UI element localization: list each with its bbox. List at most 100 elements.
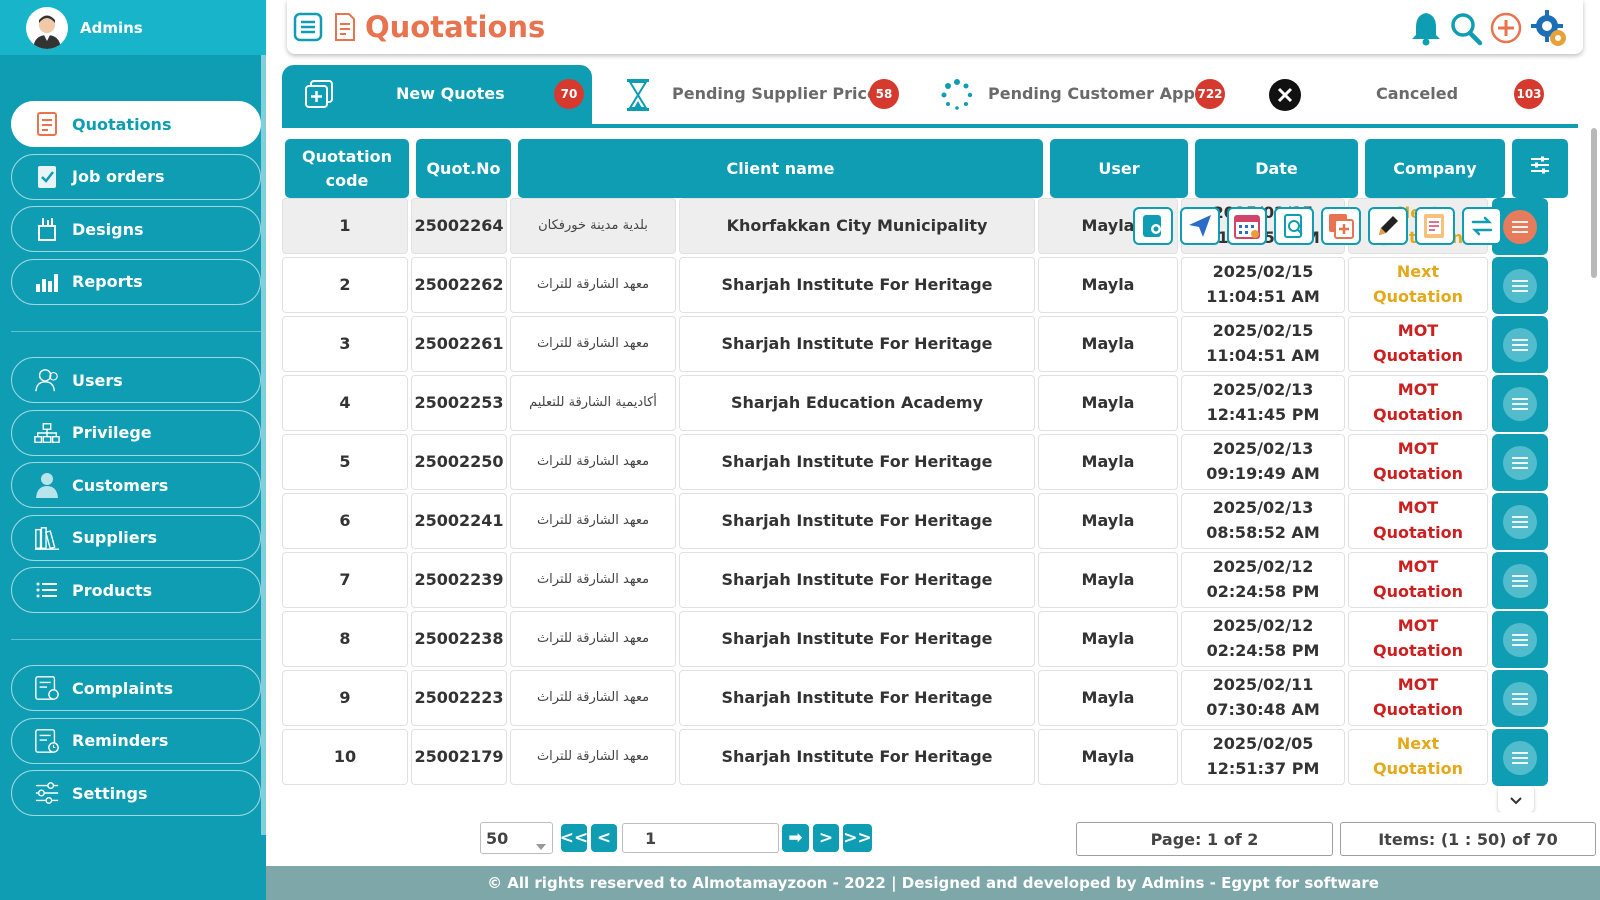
tabs-underline — [282, 124, 1578, 128]
cell-quotation-code-text: 6 — [339, 510, 351, 530]
sidebar-item-suppliers[interactable]: Suppliers — [11, 514, 261, 561]
sidebar-item-complaints[interactable]: Complaints — [11, 665, 261, 711]
scrollbar-thumb[interactable] — [1591, 128, 1597, 278]
company-name: Next — [1396, 262, 1440, 282]
time-value: 12:41:45 PM — [1206, 405, 1320, 424]
page-size-select[interactable]: 50 — [480, 822, 553, 854]
column-header-quotation-code[interactable]: Quotation code — [285, 139, 409, 198]
header-label: Quotation code — [302, 146, 392, 190]
tab-label: New Quotes — [396, 84, 505, 103]
cell-client-name-arabic: معهد الشارقة للتراث — [510, 552, 676, 608]
column-header-date[interactable]: Date — [1195, 139, 1358, 198]
first-page-button[interactable]: << — [560, 824, 588, 852]
scroll-down-button[interactable] — [1498, 786, 1534, 812]
avatar — [26, 6, 68, 49]
calendar-button[interactable] — [1227, 207, 1267, 245]
sidebar-item-privilege[interactable]: Privilege — [11, 409, 261, 456]
row-actions-button[interactable] — [1492, 316, 1548, 373]
table-row[interactable]: 9 25002223 معهد الشارقة للتراث Sharjah Inst… — [282, 670, 1578, 727]
row-actions-button[interactable] — [1492, 493, 1548, 550]
cell-user-text: Mayla — [1081, 333, 1135, 353]
nav-group-main: Quotations Job orders Designs Reports — [11, 101, 261, 311]
cell-quot-no: 25002264 — [411, 198, 507, 254]
cell-quot-no: 25002239 — [411, 552, 507, 608]
pagination-bar: 50 << < 1 ➡ > >> Page: 1 of 2 Items: (1 … — [266, 812, 1600, 866]
tab-pending-supplier-price[interactable]: Pending Supplier Price 58 — [602, 65, 918, 124]
nav-group-support: Complaints Reminders Settings — [11, 665, 261, 823]
table-row[interactable]: 4 25002253 أكاديمية الشارقة للتعليم Sharjah… — [282, 375, 1578, 432]
cell-user: Mayla — [1038, 552, 1178, 608]
sidebar-item-users[interactable]: Users — [11, 357, 261, 403]
company-type: Quotation — [1373, 523, 1463, 542]
page-size-value: 50 — [486, 828, 509, 848]
row-actions-button[interactable] — [1492, 729, 1548, 786]
count-badge: 70 — [554, 79, 584, 109]
user-profile[interactable]: Admins — [0, 0, 266, 55]
table-row[interactable]: 10 25002179 معهد الشارقة للتراث Sharjah Ins… — [282, 729, 1578, 786]
table-row[interactable]: 7 25002239 معهد الشارقة للتراث Sharjah Inst… — [282, 552, 1578, 609]
edit-button[interactable] — [1368, 207, 1408, 245]
tab-pending-customer-approval[interactable]: Pending Customer Approval 722 — [928, 65, 1238, 124]
sidebar-item-job-orders[interactable]: Job orders — [11, 153, 261, 200]
sidebar-item-reminders[interactable]: Reminders — [11, 717, 261, 764]
page-number-value: 1 — [645, 828, 657, 848]
search-icon[interactable] — [1449, 10, 1483, 50]
menu-toggle-icon[interactable] — [293, 12, 323, 42]
column-header-client-name[interactable]: Client name — [518, 139, 1043, 198]
gear-icon[interactable] — [1529, 8, 1569, 52]
sidebar-item-quotations[interactable]: Quotations — [11, 101, 261, 147]
table-row[interactable]: 3 25002261 معهد الشارقة للتراث Sharjah Inst… — [282, 316, 1578, 373]
transfer-button[interactable] — [1462, 207, 1502, 245]
table-row[interactable]: 5 25002250 معهد الشارقة للتراث Sharjah Inst… — [282, 434, 1578, 491]
chevron-down-icon — [1510, 790, 1522, 809]
bell-icon[interactable] — [1409, 10, 1443, 50]
date-value: 2025/02/05 — [1212, 734, 1314, 754]
sidebar-item-label: Settings — [72, 783, 148, 803]
row-actions-button[interactable] — [1492, 375, 1548, 432]
date-value: 2025/02/12 — [1212, 557, 1314, 577]
sidebar-item-products[interactable]: Products — [11, 567, 261, 613]
date-value: 2025/02/15 — [1212, 262, 1314, 282]
cell-quot-no: 25002262 — [411, 257, 507, 313]
send-button[interactable] — [1180, 207, 1220, 245]
row-actions-button[interactable] — [1492, 670, 1548, 727]
sidebar-item-settings[interactable]: Settings — [11, 770, 261, 816]
add-icon[interactable] — [1489, 10, 1523, 50]
last-page-button[interactable]: >> — [843, 824, 872, 852]
column-header-user[interactable]: User — [1050, 139, 1188, 198]
table-row[interactable]: 2 25002262 معهد الشارقة للتراث Sharjah Inst… — [282, 257, 1578, 314]
preview-button[interactable] — [1274, 207, 1314, 245]
row-actions-button[interactable] — [1492, 552, 1548, 609]
cell-user-text: Mayla — [1081, 569, 1135, 589]
sidebar-item-customers[interactable]: Customers — [11, 462, 261, 508]
duplicate-button[interactable] — [1321, 207, 1361, 245]
view-button[interactable] — [1133, 207, 1173, 245]
tab-canceled[interactable]: Canceled 103 — [1248, 65, 1562, 124]
row-actions-button[interactable] — [1492, 257, 1548, 314]
cell-user: Mayla — [1038, 375, 1178, 431]
next-page-button[interactable]: > — [813, 824, 839, 852]
go-page-button[interactable]: ➡ — [782, 824, 809, 852]
row-actions-button[interactable] — [1492, 611, 1548, 668]
cell-client-name: Sharjah Institute For Heritage — [679, 434, 1035, 490]
column-settings-button[interactable] — [1512, 139, 1568, 198]
cell-quotation-code: 5 — [282, 434, 408, 490]
table-row[interactable]: 8 25002238 معهد الشارقة للتراث Sharjah Inst… — [282, 611, 1578, 668]
row-actions-button[interactable] — [1492, 434, 1548, 491]
company-name: MOT — [1397, 498, 1439, 518]
column-header-quot-no[interactable]: Quot.No — [416, 139, 511, 198]
tab-new-quotes[interactable]: New Quotes 70 — [282, 65, 592, 124]
table-row[interactable]: 1 25002264 بلدية مدينة خورفكان Khorfakkan C… — [282, 198, 1578, 255]
sidebar-item-reports[interactable]: Reports — [11, 258, 261, 305]
column-header-company[interactable]: Company — [1365, 139, 1505, 198]
page-number-input[interactable]: 1 — [622, 823, 779, 853]
sidebar-item-designs[interactable]: Designs — [11, 206, 261, 252]
prev-page-button[interactable]: < — [591, 824, 617, 852]
table-row[interactable]: 6 25002241 معهد الشارقة للتراث Sharjah Inst… — [282, 493, 1578, 550]
time-value: 09:19:49 AM — [1206, 464, 1320, 483]
report-button[interactable] — [1415, 207, 1455, 245]
sidebar-scrollbar[interactable] — [261, 55, 266, 835]
cell-user-text: Mayla — [1081, 746, 1135, 766]
company-name: MOT — [1397, 439, 1439, 459]
add-box-icon — [304, 79, 334, 113]
